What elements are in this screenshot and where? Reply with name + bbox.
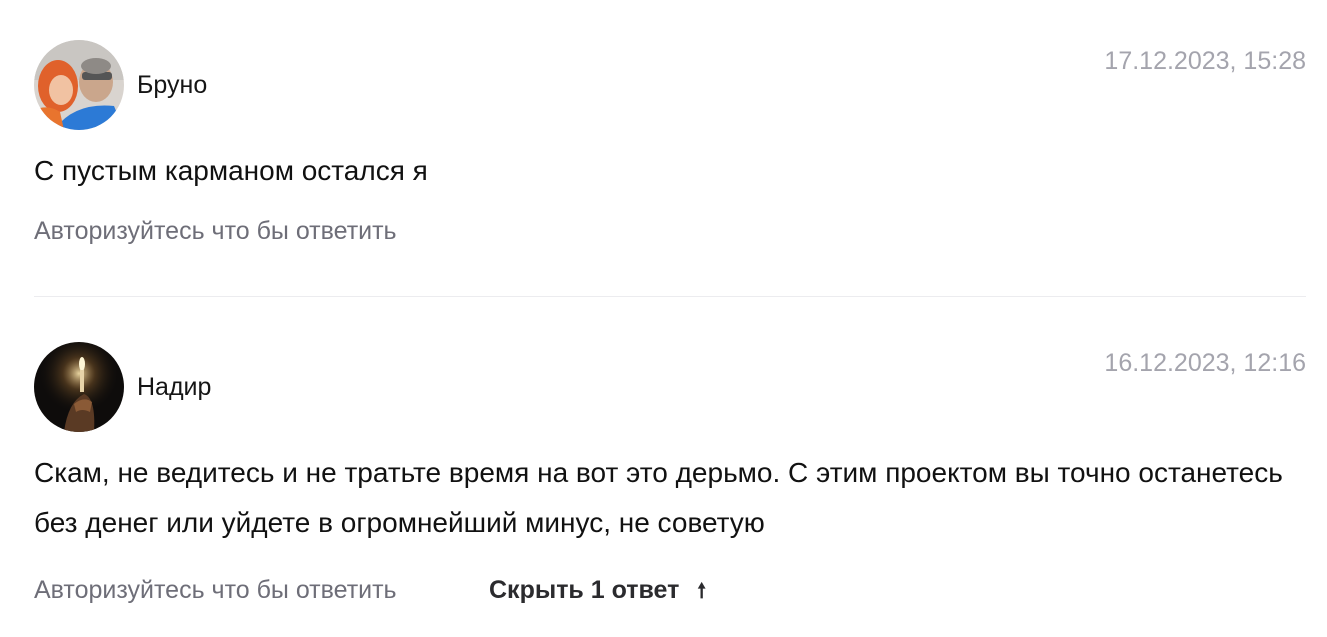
comment-author[interactable]: Бруно (137, 70, 207, 100)
hide-replies-label: Скрыть 1 ответ (489, 576, 680, 604)
divider (34, 296, 1306, 297)
avatar[interactable] (34, 40, 124, 130)
comment-item: Надир 16.12.2023, 12:16 Скам, не ведитес… (34, 342, 1306, 604)
hide-replies-button[interactable]: Скрыть 1 ответ 🠕 (489, 575, 706, 606)
login-to-reply-link[interactable]: Авторизуйтесь что бы ответить (34, 576, 397, 604)
comment-author[interactable]: Надир (137, 372, 211, 402)
avatar[interactable] (34, 342, 124, 432)
comments-feed: Бруно 17.12.2023, 15:28 С пустым кармано… (0, 0, 1327, 637)
comment-date: 16.12.2023, 12:16 (1104, 349, 1306, 377)
comment-date: 17.12.2023, 15:28 (1104, 47, 1306, 75)
comment-text: С пустым карманом остался я (34, 155, 428, 186)
comment-actions: Авторизуйтесь что бы ответить Скрыть 1 о… (34, 575, 706, 605)
comment-text: Скам, не ведитесь и не тратьте время на … (34, 457, 1283, 538)
avatar-photo-couple (34, 40, 124, 130)
comment-header: Бруно 17.12.2023, 15:28 (34, 40, 1306, 130)
comment-item: Бруно 17.12.2023, 15:28 С пустым кармано… (34, 40, 1306, 245)
login-to-reply-link[interactable]: Авторизуйтесь что бы ответить (34, 217, 397, 245)
avatar-photo-candle (34, 342, 124, 432)
arrow-up-icon: 🠕 (697, 580, 706, 602)
comment-actions: Авторизуйтесь что бы ответить (34, 216, 397, 246)
comment-header: Надир 16.12.2023, 12:16 (34, 342, 1306, 432)
